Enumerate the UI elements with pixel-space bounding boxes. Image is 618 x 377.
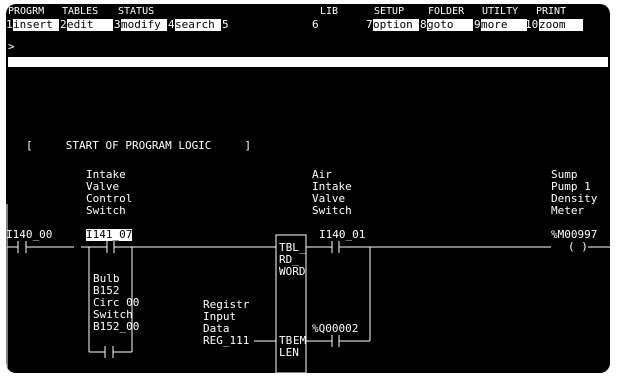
plc-editor-screen: PROGRM TABLES STATUS LIB SETUP FOLDER UT…: [6, 4, 610, 373]
register-input-address[interactable]: REG_111: [203, 335, 249, 347]
contact-i140-00-address[interactable]: I140_00: [6, 229, 52, 241]
coil-desc-4: Meter: [551, 204, 585, 217]
function-block-label-3[interactable]: WORD: [279, 266, 306, 278]
contact-q00002-address[interactable]: %Q00002: [312, 323, 358, 335]
contact-i141-07-desc-4: Switch: [86, 204, 126, 217]
contact-i140-01-address[interactable]: I140_01: [319, 229, 365, 241]
contact-i140-01-desc-4: Switch: [312, 204, 352, 217]
coil-symbol[interactable]: ( ): [568, 241, 588, 253]
function-block-len-port: LEN: [279, 346, 299, 359]
contact-b152-00-address[interactable]: B152_00: [93, 321, 139, 333]
contact-i141-07-address[interactable]: I141_07: [86, 229, 133, 241]
